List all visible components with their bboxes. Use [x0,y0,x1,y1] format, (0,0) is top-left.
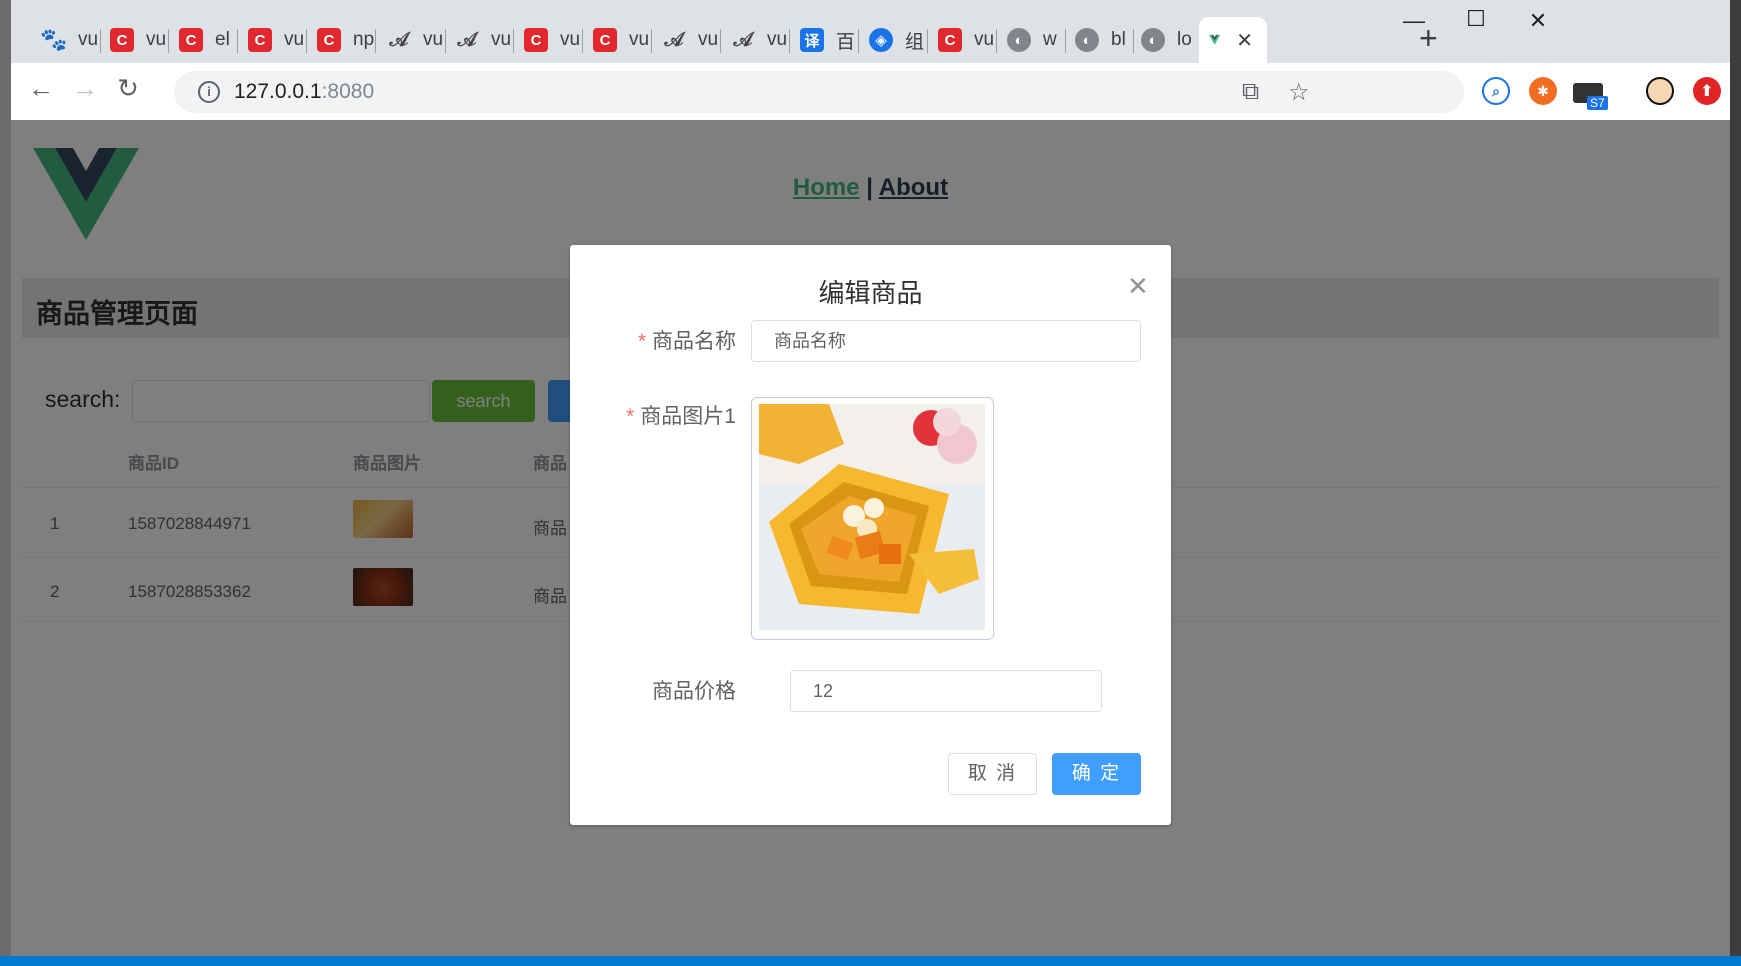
tab-6[interactable]: 𝒜vu [445,17,514,63]
csdn-icon: C [317,28,341,52]
close-tab-icon[interactable]: ✕ [1236,28,1253,53]
tab-label: w [1043,29,1057,50]
csdn-icon: C [524,28,548,52]
tab-7[interactable]: Cvu [514,17,583,63]
bookmark-star-icon[interactable]: ☆ [1288,78,1310,107]
side-strip [1730,0,1741,956]
tab-15[interactable]: ◐ bl [1065,17,1134,63]
csdn-icon: C [179,28,203,52]
tab-label: vu [78,29,99,50]
profile-avatar[interactable] [1646,77,1674,105]
image-uploader[interactable] [751,397,994,640]
product-name-input[interactable]: 商品名称 [751,320,1141,362]
globe-icon: ◐ [1141,28,1165,52]
extension-upload-icon[interactable]: ⬆ [1693,77,1721,105]
tab-active[interactable]: ✕ [1199,17,1267,63]
tab-10[interactable]: 𝒜vu [721,17,790,63]
tab-label: bl [1111,29,1126,50]
price-label: 商品价格 [652,680,736,703]
globe-icon: ◐ [1007,28,1031,52]
extension-search-icon[interactable]: ⌕ [1482,77,1510,105]
ai-icon: 𝒜 [457,28,477,51]
ai-icon: 𝒜 [664,28,684,51]
tab-16[interactable]: ◐ lo [1131,17,1200,63]
browser-toolbar: ← → ↻ i 127.0.0.1:8080 ⧉ ☆ ⌕ ✱ S7 ⬆ [11,63,1730,120]
tab-separator [375,29,376,53]
edit-product-dialog: 编辑商品 ✕ * 商品名称 商品名称 * 商品图片1 商品价格 12 取 消 确… [570,245,1171,825]
tab-3[interactable]: Cvu [238,17,307,63]
status-bar [0,956,1741,966]
site-info-icon[interactable]: i [198,81,220,103]
name-label: * 商品名称 [637,330,736,353]
ai-icon: 𝒜 [389,28,409,51]
tab-label: vu [491,29,512,50]
tab-label: np [353,29,375,50]
cancel-button[interactable]: 取 消 [948,753,1037,795]
address-bar[interactable]: i 127.0.0.1:8080 ⧉ ☆ [174,71,1464,113]
browser-window: 🐾 vu Cvu Cel Cvu Cnp 𝒜vu 𝒜vu Cvu Cvu 𝒜vu 𝒜vu 译百 ◈ 组 Cvu… [11,0,1730,956]
required-asterisk: * [626,405,635,428]
tab-label: vu [560,29,581,50]
dialog-title: 编辑商品 [818,278,923,308]
tab-label: vu [423,29,444,50]
shield-icon: ◈ [869,28,893,52]
forward-button[interactable]: → [67,73,103,104]
csdn-icon: C [248,28,272,52]
tab-label: vu [974,29,995,50]
extension-orange-icon[interactable]: ✱ [1529,77,1557,105]
tab-label: vu [629,29,650,50]
url-text[interactable]: 127.0.0.1:8080 [234,80,374,104]
tab-14[interactable]: ◐ w [997,17,1066,63]
vue-icon [1209,34,1221,45]
translate-icon: 译 [800,28,824,52]
tab-12[interactable]: ◈ 组 [859,17,928,63]
confirm-button[interactable]: 确 定 [1052,753,1141,795]
csdn-icon: C [938,28,962,52]
tab-11[interactable]: 译百 [790,17,859,63]
csdn-icon: C [593,28,617,52]
csdn-icon: C [110,28,134,52]
tab-0[interactable]: 🐾 vu [32,17,101,63]
extension-badge: S7 [1587,96,1608,110]
tab-label: vu [146,29,167,50]
tab-label: vu [767,29,788,50]
translate-icon[interactable]: ⧉ [1242,78,1259,106]
price-input[interactable]: 12 [790,670,1102,712]
close-window-button[interactable]: ✕ [1508,8,1568,34]
tab-4[interactable]: Cnp [307,17,376,63]
globe-icon: ◐ [1075,28,1099,52]
reload-button[interactable]: ↻ [110,73,146,104]
tab-label: el [215,29,230,50]
maximize-button[interactable]: ☐ [1446,6,1506,32]
tab-13[interactable]: Cvu [928,17,997,63]
tab-2[interactable]: Cel [169,17,238,63]
tab-label: vu [698,29,719,50]
tab-1[interactable]: Cvu [100,17,169,63]
baidu-paw-icon: 🐾 [40,27,68,52]
tab-label: 百 [836,31,856,53]
tab-label: vu [284,29,305,50]
image-label: * 商品图片1 [626,405,736,428]
page-content: Home | About 商品管理页面 search: search 商品ID … [11,120,1730,956]
required-asterisk: * [637,330,646,353]
tab-label: 组 [905,31,925,53]
ai-icon: 𝒜 [733,28,753,51]
tab-9[interactable]: 𝒜vu [652,17,721,63]
tab-label: lo [1177,29,1192,50]
product-image [759,404,985,630]
tab-5[interactable]: 𝒜vu [377,17,446,63]
dialog-close-icon[interactable]: ✕ [1127,271,1149,302]
tab-8[interactable]: Cvu [583,17,652,63]
minimize-button[interactable]: — [1384,8,1444,34]
tab-strip: 🐾 vu Cvu Cel Cvu Cnp 𝒜vu 𝒜vu Cvu Cvu 𝒜vu 𝒜vu 译百 ◈ 组 Cvu… [11,0,1730,66]
back-button[interactable]: ← [23,73,59,104]
